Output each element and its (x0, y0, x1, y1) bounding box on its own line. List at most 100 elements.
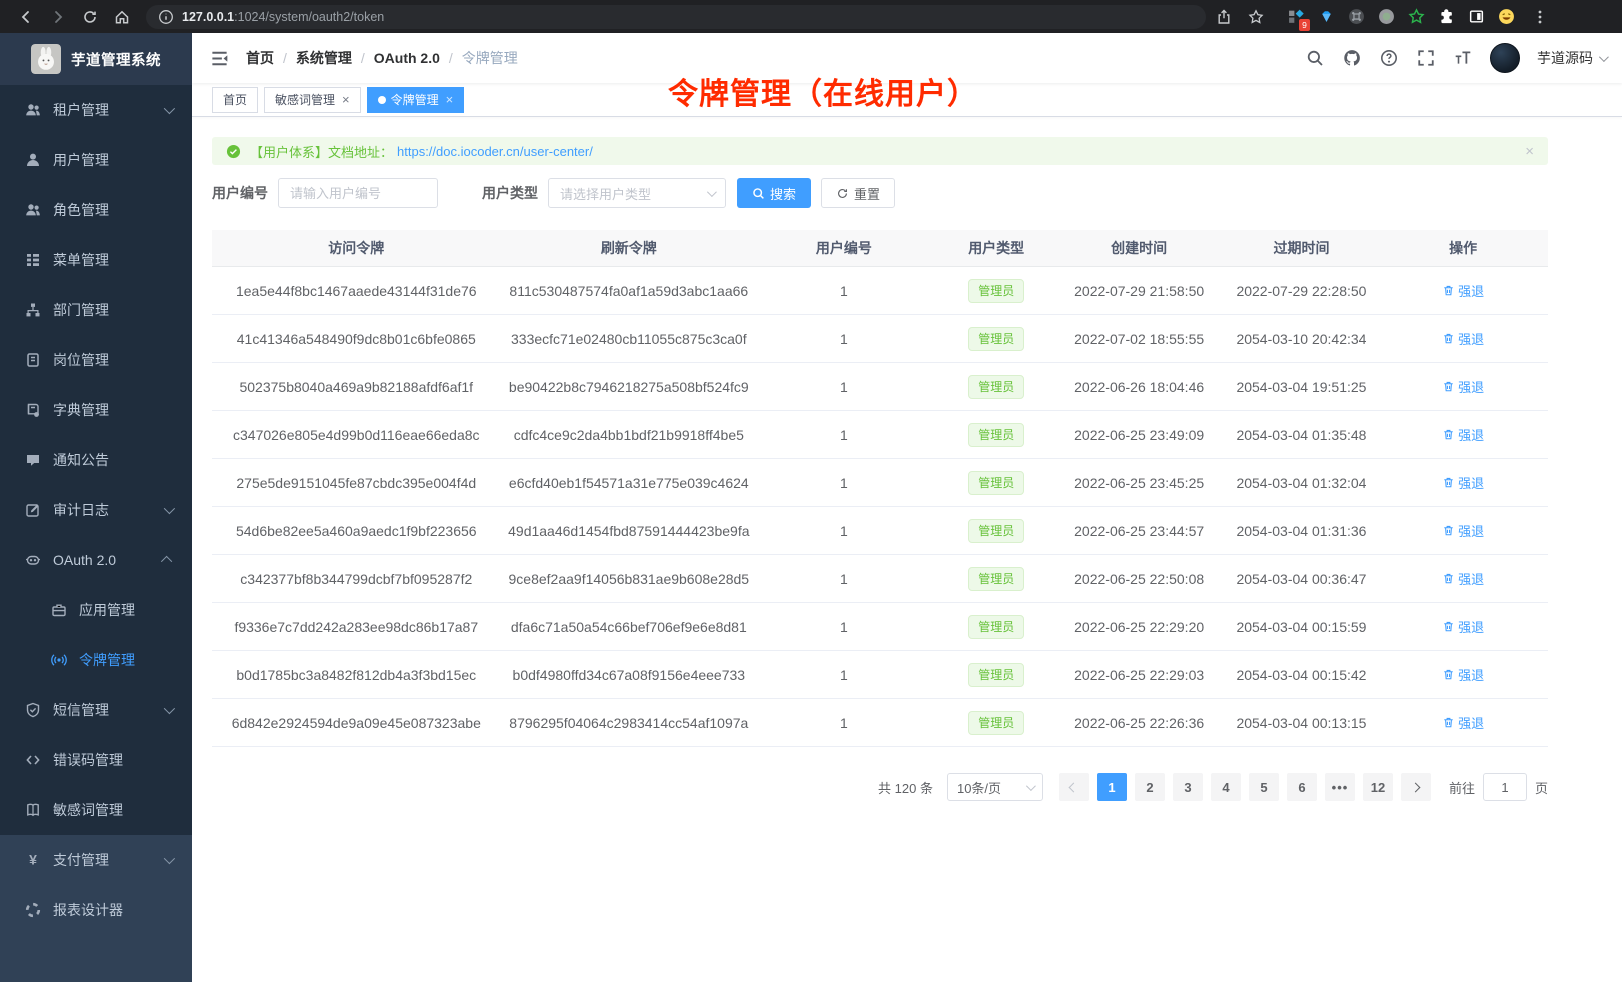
tags-view-bar: 首页敏感词管理×令牌管理× (192, 83, 1622, 117)
sidebar-item-oauth2[interactable]: OAuth 2.0 (0, 535, 192, 585)
user-type-cell: 管理员 (931, 507, 1062, 554)
browser-back-icon[interactable] (12, 5, 40, 29)
user-type-badge: 管理员 (968, 519, 1024, 543)
user-type-cell: 管理员 (931, 555, 1062, 602)
page-button-12[interactable]: 12 (1363, 773, 1393, 801)
extension-star-icon[interactable] (1404, 5, 1428, 29)
page-button-5[interactable]: 5 (1249, 773, 1279, 801)
sidebar-item-user[interactable]: 用户管理 (0, 135, 192, 185)
sidebar-item-notice[interactable]: 通知公告 (0, 435, 192, 485)
sidebar-item-error-code[interactable]: 错误码管理 (0, 735, 192, 785)
user-id-input[interactable] (278, 178, 438, 208)
sidebar-item-audit-log[interactable]: 审计日志 (0, 485, 192, 535)
sidebar-item-menu[interactable]: 菜单管理 (0, 235, 192, 285)
doc-link[interactable]: https://doc.iocoder.cn/user-center/ (397, 144, 593, 159)
extension-emoji-icon[interactable] (1494, 5, 1518, 29)
expire-time-cell: 2054-03-04 01:35:48 (1217, 411, 1387, 458)
user-menu[interactable]: 芋道源码 (1537, 48, 1606, 68)
force-logout-button[interactable]: 强退 (1442, 329, 1484, 348)
page-button-6[interactable]: 6 (1287, 773, 1317, 801)
sidebar-item-sms[interactable]: 短信管理 (0, 685, 192, 735)
sidebar-item-sensitive-word[interactable]: 敏感词管理 (0, 785, 192, 835)
force-logout-button[interactable]: 强退 (1442, 377, 1484, 396)
address-bar[interactable]: 127.0.0.1:1024/system/oauth2/token (146, 5, 1206, 29)
user-type-badge: 管理员 (968, 663, 1024, 687)
user-id-cell: 1 (757, 459, 931, 506)
sidebar-item-dict[interactable]: 字典管理 (0, 385, 192, 435)
fullscreen-icon[interactable] (1416, 48, 1436, 68)
reset-button[interactable]: 重置 (821, 178, 895, 208)
site-info-icon[interactable] (158, 5, 174, 29)
expire-time-cell: 2054-03-04 01:31:36 (1217, 507, 1387, 554)
close-icon[interactable]: × (342, 93, 350, 106)
pager-more-button[interactable]: ••• (1325, 773, 1355, 801)
breadcrumb-item[interactable]: OAuth 2.0 (374, 50, 440, 66)
force-logout-button[interactable]: 强退 (1442, 473, 1484, 492)
force-logout-button[interactable]: 强退 (1442, 521, 1484, 540)
browser-forward-icon[interactable] (44, 5, 72, 29)
extension-record-icon[interactable] (1374, 5, 1398, 29)
sidebar-item-label: 短信管理 (53, 700, 109, 720)
tab-sensitive-word[interactable]: 敏感词管理× (264, 87, 361, 113)
breadcrumb-separator: / (283, 50, 287, 66)
svg-text:¥: ¥ (29, 852, 37, 868)
sidebar-collapse-icon[interactable] (208, 47, 230, 69)
extension-blocks-icon[interactable]: 9 (1284, 5, 1308, 29)
breadcrumb-separator: / (361, 50, 365, 66)
force-logout-button[interactable]: 强退 (1442, 425, 1484, 444)
search-icon[interactable] (1305, 48, 1325, 68)
force-logout-button[interactable]: 强退 (1442, 569, 1484, 588)
goto-suffix: 页 (1535, 778, 1548, 797)
app-logo[interactable]: 芋道管理系统 (0, 33, 192, 85)
tab-oauth2-token[interactable]: 令牌管理× (367, 87, 465, 113)
browser-reload-icon[interactable] (76, 5, 104, 29)
breadcrumb-item[interactable]: 首页 (246, 48, 274, 68)
extension-puzzle-icon[interactable] (1434, 5, 1458, 29)
extension-gem-icon[interactable] (1314, 5, 1338, 29)
goto-page-input[interactable] (1483, 773, 1527, 801)
page-button-3[interactable]: 3 (1173, 773, 1203, 801)
avatar[interactable] (1490, 43, 1520, 73)
sidebar-item-report-designer[interactable]: 报表设计器 (0, 885, 192, 935)
page-size-select[interactable]: 10条/页 (947, 773, 1043, 801)
logo-rabbit-icon (31, 44, 61, 74)
audit-log-icon (24, 502, 41, 519)
force-logout-button[interactable]: 强退 (1442, 713, 1484, 732)
next-page-button[interactable] (1401, 773, 1431, 801)
close-icon[interactable]: × (1525, 144, 1534, 159)
share-icon[interactable] (1210, 5, 1238, 29)
github-icon[interactable] (1342, 48, 1362, 68)
close-icon[interactable]: × (446, 93, 454, 106)
force-logout-button[interactable]: 强退 (1442, 281, 1484, 300)
bookmark-star-icon[interactable] (1242, 5, 1270, 29)
token-signal-icon (50, 652, 67, 669)
sidebar-item-tenant[interactable]: 租户管理 (0, 85, 192, 135)
sidebar-item-pay[interactable]: ¥支付管理 (0, 835, 192, 885)
help-icon[interactable] (1379, 48, 1399, 68)
force-logout-button[interactable]: 强退 (1442, 617, 1484, 636)
page-button-4[interactable]: 4 (1211, 773, 1241, 801)
chevron-down-icon (164, 703, 175, 714)
sidebar-item-dept[interactable]: 部门管理 (0, 285, 192, 335)
force-logout-label: 强退 (1458, 713, 1484, 732)
extension-sidebar-icon[interactable] (1464, 5, 1488, 29)
browser-home-icon[interactable] (108, 5, 136, 29)
force-logout-button[interactable]: 强退 (1442, 665, 1484, 684)
tab-home[interactable]: 首页 (212, 87, 258, 113)
user-type-select[interactable]: 请选择用户类型 (548, 178, 726, 208)
page-button-2[interactable]: 2 (1135, 773, 1165, 801)
sidebar-item-label: OAuth 2.0 (53, 552, 116, 568)
search-button[interactable]: 搜索 (737, 178, 811, 208)
font-size-icon[interactable] (1453, 48, 1473, 68)
sidebar-item-post[interactable]: 岗位管理 (0, 335, 192, 385)
page-button-1[interactable]: 1 (1097, 773, 1127, 801)
sidebar-item-oauth2-token[interactable]: 令牌管理 (0, 635, 192, 685)
sidebar-item-oauth2-app[interactable]: 应用管理 (0, 585, 192, 635)
action-cell: 强退 (1386, 411, 1540, 458)
breadcrumb-item[interactable]: 系统管理 (296, 48, 352, 68)
browser-menu-icon[interactable] (1526, 5, 1554, 29)
extension-command-icon[interactable] (1344, 5, 1368, 29)
sidebar-item-role[interactable]: 角色管理 (0, 185, 192, 235)
prev-page-button[interactable] (1059, 773, 1089, 801)
access-token-cell: c342377bf8b344799dcbf7bf095287f2 (212, 555, 501, 602)
